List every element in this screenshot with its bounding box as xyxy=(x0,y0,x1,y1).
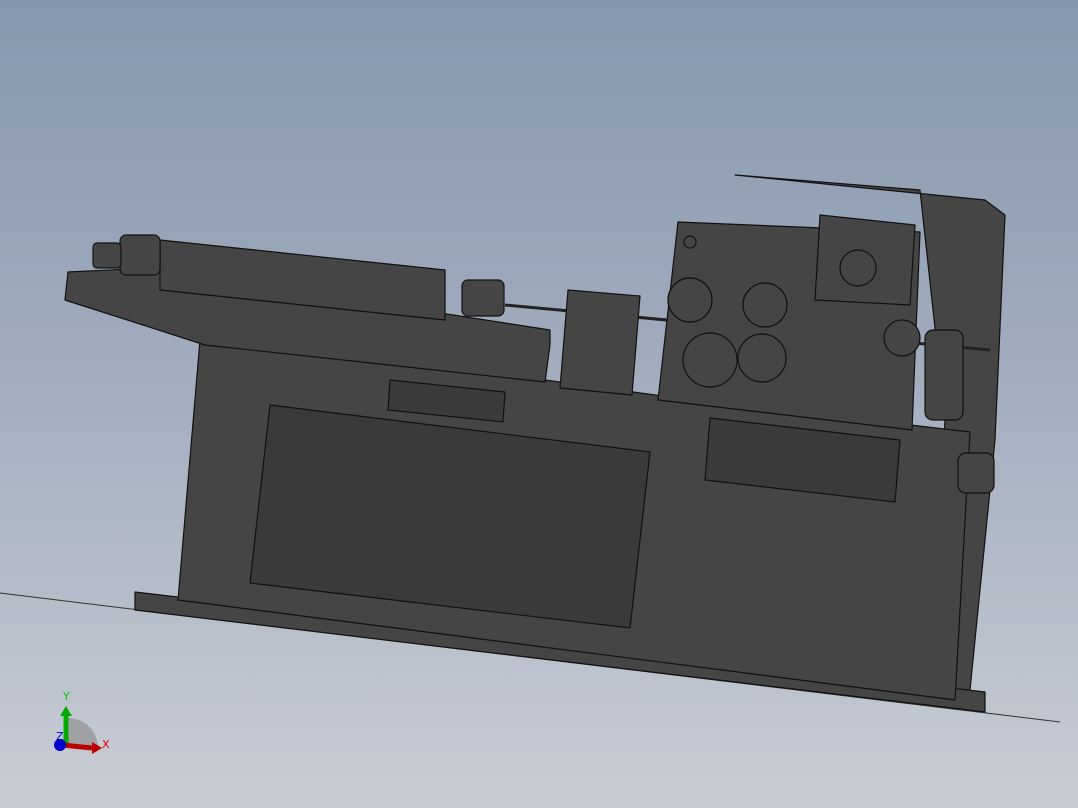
end-cap-left xyxy=(119,234,161,276)
right-bearing xyxy=(924,329,964,421)
z-label: Z xyxy=(56,730,64,743)
y-label: Y xyxy=(62,690,70,703)
machine-model[interactable] xyxy=(64,174,1006,713)
x-label: X xyxy=(102,738,110,751)
guide-block xyxy=(559,289,641,396)
y-axis-arrow-icon xyxy=(60,706,72,716)
x-axis xyxy=(61,742,93,751)
collar xyxy=(461,279,505,317)
end-cap-small xyxy=(92,242,122,269)
view-triad[interactable]: Y X Z xyxy=(54,690,110,754)
side-knob xyxy=(957,452,995,494)
cad-viewport[interactable]: Y X Z xyxy=(0,0,1078,808)
